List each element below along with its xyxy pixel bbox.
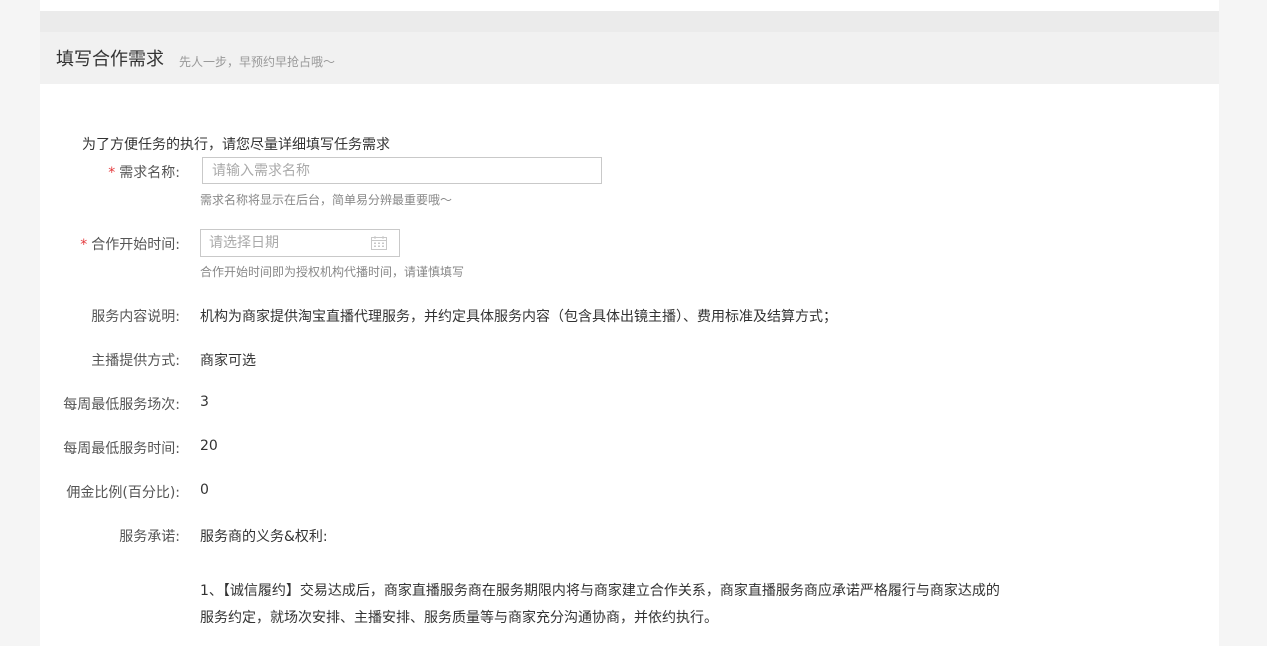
- service-desc-label: 服务内容说明:: [91, 309, 180, 325]
- name-field-label: * 需求名称:: [40, 162, 180, 182]
- anchor-provision-label: 主播提供方式:: [91, 353, 180, 369]
- name-label-text: 需求名称:: [119, 165, 180, 181]
- commitment-label: 服务承诺:: [119, 529, 180, 545]
- top-divider: [40, 11, 1219, 32]
- requirement-name-input[interactable]: [202, 157, 602, 184]
- page-title: 填写合作需求: [56, 49, 164, 70]
- calendar-icon[interactable]: [371, 236, 387, 250]
- start-time-label-text: 合作开始时间:: [91, 237, 180, 253]
- commission-value: 0: [200, 482, 209, 498]
- commitment-heading: 服务商的义务&权利:: [200, 529, 328, 545]
- start-time-hint: 合作开始时间即为授权机构代播时间，请谨慎填写: [200, 265, 465, 279]
- required-mark: *: [108, 165, 116, 181]
- required-mark: *: [80, 237, 88, 253]
- form-page: 填写合作需求 先人一步，早预约早抢占哦～ 为了方便任务的执行，请您尽量详细填写任…: [40, 0, 1219, 646]
- min-hours-label: 每周最低服务时间:: [63, 441, 180, 457]
- start-time-label: * 合作开始时间:: [40, 234, 180, 254]
- min-sessions-value: 3: [200, 394, 209, 410]
- form-intro: 为了方便任务的执行，请您尽量详细填写任务需求: [82, 137, 390, 153]
- start-date-picker[interactable]: [200, 229, 400, 257]
- section-header: 填写合作需求 先人一步，早预约早抢占哦～: [40, 32, 1219, 84]
- name-field-hint: 需求名称将显示在后台，简单易分辨最重要哦～: [200, 193, 453, 207]
- start-date-input[interactable]: [201, 230, 387, 256]
- page-subtitle: 先人一步，早预约早抢占哦～: [179, 55, 336, 69]
- min-hours-value: 20: [200, 438, 218, 454]
- min-sessions-label: 每周最低服务场次:: [63, 397, 180, 413]
- commitment-paragraph: 1、【诚信履约】交易达成后，商家直播服务商在服务期限内将与商家建立合作关系，商家…: [200, 583, 1000, 626]
- commission-label: 佣金比例(百分比):: [66, 485, 180, 501]
- service-desc-value: 机构为商家提供淘宝直播代理服务，并约定具体服务内容（包含具体出镜主播）、费用标准…: [200, 309, 837, 325]
- anchor-provision-value: 商家可选: [200, 353, 256, 369]
